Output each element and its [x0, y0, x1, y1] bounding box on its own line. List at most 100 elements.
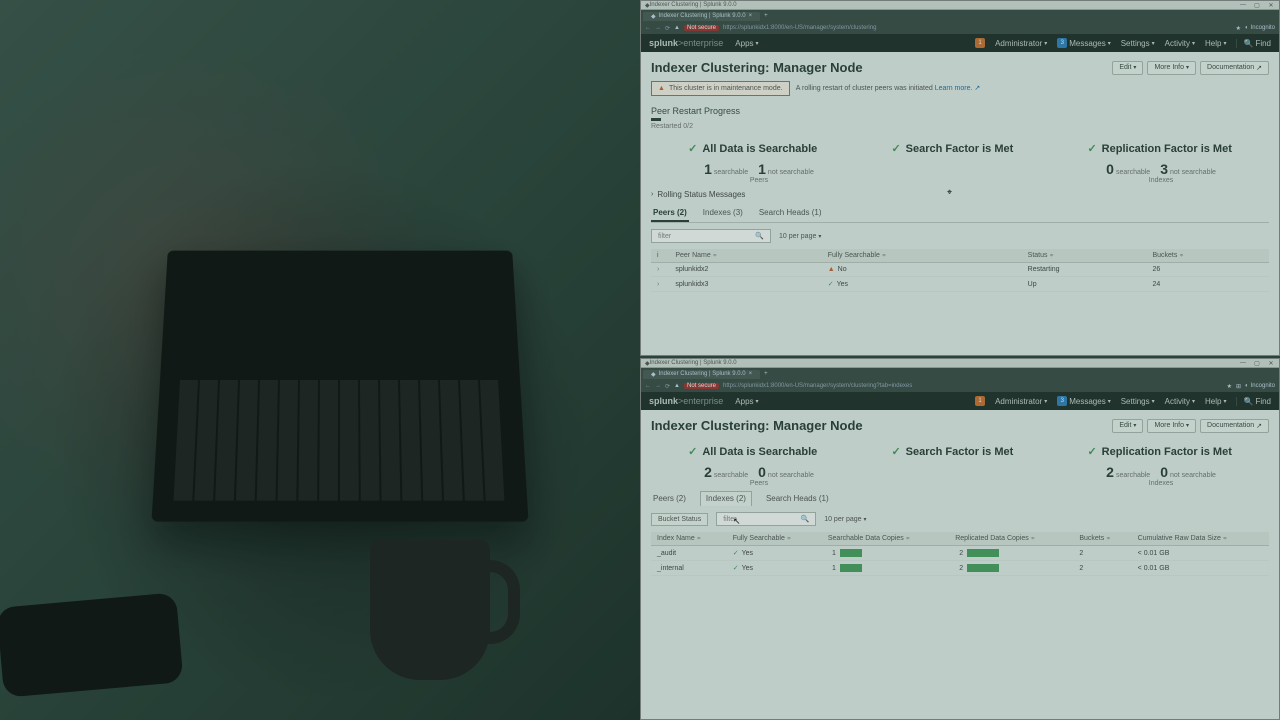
- find-box[interactable]: 🔍Find: [1236, 39, 1271, 48]
- tab-indexes[interactable]: Indexes (3): [701, 205, 745, 222]
- find-box[interactable]: 🔍Find: [1236, 397, 1271, 406]
- phone-graphic: [0, 592, 184, 697]
- nav-back-icon[interactable]: ←: [645, 25, 651, 31]
- per-page-select[interactable]: 10 per page ▾: [779, 233, 821, 240]
- check-icon: ✓: [1087, 142, 1096, 155]
- alert-badge[interactable]: 1: [975, 396, 985, 406]
- col-status[interactable]: Status≑: [1022, 249, 1147, 263]
- col-i[interactable]: i: [651, 249, 669, 263]
- more-info-button[interactable]: More Info ▾: [1147, 61, 1196, 75]
- nav-fwd-icon[interactable]: →: [655, 25, 661, 31]
- nav-fwd-icon[interactable]: →: [655, 383, 661, 389]
- window-close-icon[interactable]: ✕: [1267, 2, 1275, 9]
- rolling-status-toggle[interactable]: ›Rolling Status Messages: [651, 190, 1269, 199]
- expand-icon[interactable]: ›: [657, 281, 659, 288]
- tab-peers[interactable]: Peers (2): [651, 205, 689, 222]
- table-row[interactable]: _audit ✓Yes 1 2 2 < 0.01 GB: [651, 546, 1269, 561]
- tab-close-icon[interactable]: ×: [749, 371, 753, 377]
- filter-input[interactable]: filter🔍: [651, 229, 771, 243]
- edit-button[interactable]: Edit ▾: [1112, 61, 1143, 75]
- edit-button[interactable]: Edit ▾: [1112, 419, 1143, 433]
- external-icon: ↗: [1256, 64, 1262, 72]
- table-row[interactable]: › splunkidx3 ✓Yes Up 24: [651, 277, 1269, 292]
- more-info-button[interactable]: More Info ▾: [1147, 419, 1196, 433]
- tab-peers[interactable]: Peers (2): [651, 491, 688, 506]
- tab-favicon-icon: ◆: [651, 371, 656, 378]
- help-menu[interactable]: Help ▾: [1205, 39, 1226, 48]
- splunk-appbar: splunk>enterprise Apps ▾ 1 Administrator…: [641, 34, 1279, 52]
- peers-searchable-metric: 1searchable: [704, 161, 748, 177]
- admin-menu[interactable]: Administrator ▾: [995, 397, 1047, 406]
- browser-tab[interactable]: ◆ Indexer Clustering | Splunk 9.0.0 ×: [643, 370, 760, 379]
- extension-icon[interactable]: ★: [1236, 25, 1241, 32]
- activity-menu[interactable]: Activity ▾: [1165, 39, 1195, 48]
- not-secure-badge[interactable]: Not secure: [684, 383, 719, 389]
- browser-tab[interactable]: ◆ Indexer Clustering | Splunk 9.0.0 ×: [643, 12, 760, 21]
- url-text[interactable]: https://splunkidx1:8000/en-US/manager/sy…: [723, 25, 876, 31]
- settings-menu[interactable]: Settings ▾: [1121, 39, 1155, 48]
- cluster-tabs: Peers (2) Indexes (2) Search Heads (1): [651, 491, 1269, 506]
- learn-more-link[interactable]: Learn more. ↗: [935, 85, 981, 92]
- brand-logo[interactable]: splunk>enterprise: [649, 396, 723, 406]
- col-raw-size[interactable]: Cumulative Raw Data Size≑: [1132, 532, 1269, 546]
- nav-reload-icon[interactable]: ⟳: [665, 383, 670, 390]
- col-index-name[interactable]: Index Name≑: [651, 532, 727, 546]
- help-menu[interactable]: Help ▾: [1205, 397, 1226, 406]
- col-buckets[interactable]: Buckets≑: [1146, 249, 1269, 263]
- col-searchable-copies[interactable]: Searchable Data Copies≑: [822, 532, 949, 546]
- alert-text: This cluster is in maintenance mode.: [669, 85, 783, 92]
- tab-search-heads[interactable]: Search Heads (1): [757, 205, 824, 222]
- per-page-select[interactable]: 10 per page ▾: [824, 516, 866, 523]
- col-fully-searchable[interactable]: Fully Searchable≑: [822, 249, 1022, 263]
- window-min-icon[interactable]: —: [1239, 360, 1247, 367]
- tab-indexes[interactable]: Indexes (2): [700, 491, 752, 506]
- expand-icon[interactable]: ›: [657, 266, 659, 273]
- tab-close-icon[interactable]: ×: [749, 13, 753, 19]
- documentation-button[interactable]: Documentation ↗: [1200, 419, 1269, 433]
- status-searchable: ✓All Data is Searchable: [688, 142, 817, 155]
- table-row[interactable]: › splunkidx2 ▲No Restarting 26: [651, 263, 1269, 277]
- window-min-icon[interactable]: —: [1239, 2, 1247, 9]
- nav-reload-icon[interactable]: ⟳: [665, 25, 670, 32]
- browser-addressbar: ← → ⟳ ▲ Not secure https://splunkidx1:80…: [641, 380, 1279, 392]
- brand-logo[interactable]: splunk>enterprise: [649, 38, 723, 48]
- idx-caption: Indexes: [1106, 177, 1216, 184]
- messages-menu[interactable]: 3 Messages ▾: [1057, 396, 1110, 406]
- not-secure-badge[interactable]: Not secure: [684, 25, 719, 31]
- new-tab-icon[interactable]: +: [764, 13, 768, 19]
- filter-input[interactable]: filter🔍: [716, 512, 816, 526]
- check-icon: ✓: [1087, 445, 1096, 458]
- admin-menu[interactable]: Administrator ▾: [995, 39, 1047, 48]
- col-replicated-copies[interactable]: Replicated Data Copies≑: [949, 532, 1073, 546]
- browser-tabbar: ◆ Indexer Clustering | Splunk 9.0.0 × +: [641, 10, 1279, 22]
- col-peer-name[interactable]: Peer Name≑: [669, 249, 821, 263]
- apps-menu[interactable]: Apps ▾: [735, 397, 758, 406]
- extension-icon[interactable]: ★: [1227, 383, 1232, 390]
- incognito-icon: ◐: [1245, 25, 1249, 31]
- peers-caption: Peers: [704, 177, 814, 184]
- tab-search-heads[interactable]: Search Heads (1): [764, 491, 831, 506]
- documentation-button[interactable]: Documentation ↗: [1200, 61, 1269, 75]
- col-fully-searchable[interactable]: Fully Searchable≑: [727, 532, 822, 546]
- cursor-icon: ↖: [733, 516, 741, 527]
- col-buckets[interactable]: Buckets≑: [1073, 532, 1131, 546]
- restart-count: Restarted 0/2: [651, 123, 1269, 130]
- window-close-icon[interactable]: ✕: [1267, 360, 1275, 367]
- new-tab-icon[interactable]: +: [764, 371, 768, 377]
- nav-back-icon[interactable]: ←: [645, 383, 651, 389]
- window-max-icon[interactable]: ▢: [1253, 2, 1261, 9]
- incognito-badge: ◐Incognito: [1245, 383, 1275, 389]
- check-icon: ✓: [733, 565, 739, 572]
- messages-menu[interactable]: 3 Messages ▾: [1057, 38, 1110, 48]
- warning-icon: ▲: [658, 85, 665, 92]
- table-row[interactable]: _internal ✓Yes 1 2 2 < 0.01 GB: [651, 561, 1269, 576]
- apps-menu[interactable]: Apps ▾: [735, 39, 758, 48]
- check-icon: ✓: [891, 142, 900, 155]
- window-max-icon[interactable]: ▢: [1253, 360, 1261, 367]
- bucket-status-button[interactable]: Bucket Status: [651, 513, 708, 526]
- alert-badge[interactable]: 1: [975, 38, 985, 48]
- extension-icon[interactable]: ⊞: [1236, 383, 1241, 390]
- activity-menu[interactable]: Activity ▾: [1165, 397, 1195, 406]
- settings-menu[interactable]: Settings ▾: [1121, 397, 1155, 406]
- url-text[interactable]: https://splunkidx1:8000/en-US/manager/sy…: [723, 383, 912, 389]
